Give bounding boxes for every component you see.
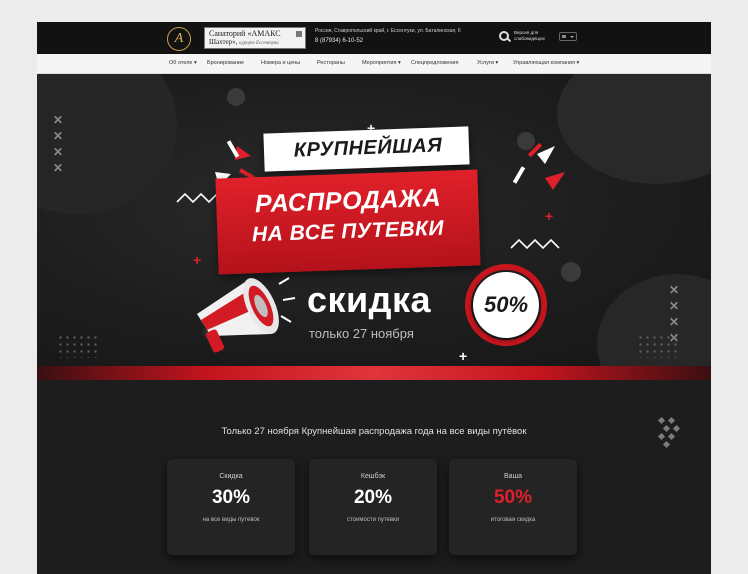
red-divider (37, 366, 711, 380)
diamond-shape (657, 432, 666, 441)
brand-marker-icon (296, 31, 302, 37)
browser-page: А Санаторий «АМАКС Шахтер», курорт Ессен… (37, 22, 711, 574)
brand-line-2: Шахтер», курорт Ессентуки (209, 38, 301, 48)
nav-item-management[interactable]: Управляющая компания ▾ (513, 60, 579, 66)
logo-emblem[interactable]: А (167, 27, 191, 51)
nav-item-booking[interactable]: Бронирование (207, 60, 244, 66)
discount-percent: 50% (483, 292, 529, 317)
hero-banner[interactable]: ✕ ✕ ✕ ✕ ✕ ✕ ✕ ✕ + + + + КРУПНЕЙШАЯ РАСПР… (37, 74, 711, 366)
diamond-shape (657, 416, 666, 425)
sale-date: только 27 ноября (309, 326, 414, 341)
card-subtitle: на все виды путевок (202, 517, 260, 523)
card-value: 50% (493, 487, 533, 508)
card-subtitle: стоимости путевки (346, 517, 400, 523)
nav-item-about[interactable]: Об отеле ▾ (169, 60, 197, 66)
card-label: Скидка (219, 473, 243, 480)
brand-name-box[interactable]: Санаторий «АМАКС Шахтер», курорт Ессенту… (204, 27, 306, 49)
card-value: 30% (211, 487, 251, 508)
site-header: А Санаторий «АМАКС Шахтер», курорт Ессен… (37, 22, 711, 54)
megaphone-icon (197, 277, 296, 353)
brand-line-2-main: Шахтер», (209, 38, 238, 46)
address-text: Россия, Ставропольский край, г. Ессентук… (315, 28, 461, 34)
promo-card-total: Ваша 50% итоговая скидка (449, 459, 577, 555)
brand-line-1: Санаторий «АМАКС (209, 29, 281, 38)
discount-word: скидка (307, 279, 432, 320)
nav-item-rooms[interactable]: Номера и цены (261, 60, 300, 66)
language-select[interactable] (559, 32, 577, 41)
diamond-shape (662, 440, 671, 449)
diamond-shape (672, 424, 681, 433)
card-label: Кешбэк (360, 473, 386, 480)
card-label: Ваша (503, 473, 523, 480)
diamond-shape (667, 416, 676, 425)
nav-item-events[interactable]: Мероприятия ▾ (362, 60, 401, 66)
diamond-pattern (655, 416, 683, 456)
card-value: 20% (353, 487, 393, 508)
search-glasses-icon[interactable] (499, 31, 509, 41)
phone-link[interactable]: 8 (87934) 6-10-52 (315, 38, 363, 44)
accessibility-link[interactable]: Версия для слабовидящих (514, 30, 554, 42)
main-navigation: Об отеле ▾ Бронирование Номера и цены Ре… (37, 54, 711, 74)
flag-icon (562, 35, 566, 38)
diamond-shape (667, 432, 676, 441)
promo-card-discount: Скидка 30% на все виды путевок (167, 459, 295, 555)
nav-item-restaurants[interactable]: Рестораны (317, 60, 345, 66)
card-subtitle: итоговая скидка (490, 517, 536, 523)
nav-item-services[interactable]: Услуги ▾ (477, 60, 498, 66)
diamond-shape (662, 424, 671, 433)
brand-line-2-resort: курорт Ессентуки (239, 41, 279, 46)
promo-card-cashback: Кешбэк 20% стоимости путевки (309, 459, 437, 555)
promo-headline: Только 27 ноября Крупнейшая распродажа г… (221, 426, 527, 437)
nav-item-offers[interactable]: Спецпредложения (411, 60, 458, 66)
